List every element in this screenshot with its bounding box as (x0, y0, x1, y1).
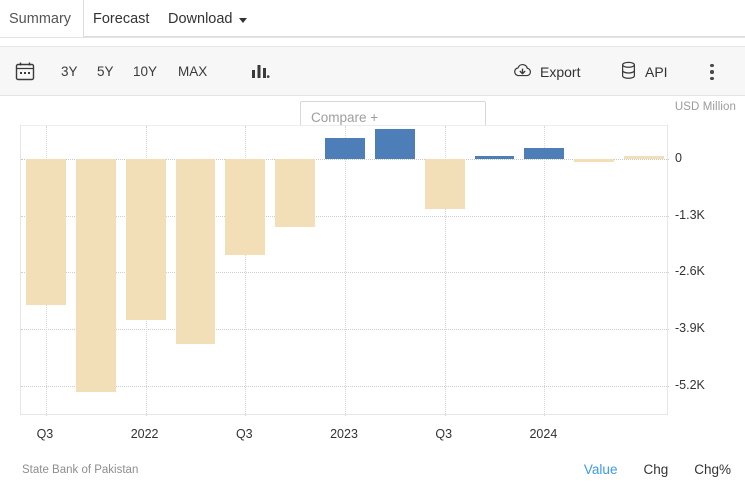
chart-bar[interactable] (574, 159, 615, 163)
bar-chart-icon[interactable] (248, 59, 272, 83)
tab-forecast[interactable]: Forecast (93, 0, 149, 38)
y-axis-tick-label: -5.2K (675, 377, 705, 392)
x-axis-tick-label: Q3 (36, 427, 54, 441)
mode-chg-label: Chg (643, 462, 669, 477)
export-button[interactable]: Export (512, 59, 580, 85)
kebab-menu-icon[interactable] (702, 59, 722, 85)
chart-bar[interactable] (125, 159, 166, 321)
x-axis-tick-label: Q3 (235, 427, 253, 441)
mode-chg[interactable]: Chg (643, 462, 668, 477)
chart-bar[interactable] (275, 159, 316, 227)
range-10y-label: 10Y (133, 63, 158, 79)
chart-bar[interactable] (624, 156, 664, 160)
y-axis-tick-label: -2.6K (675, 264, 705, 279)
calendar-icon[interactable] (14, 60, 36, 82)
database-icon (619, 60, 638, 84)
api-button[interactable]: API (619, 59, 668, 85)
tab-summary-label: Summary (9, 11, 72, 27)
chart-bar[interactable] (524, 147, 565, 160)
x-axis-tick-label: 2022 (130, 427, 159, 441)
range-max-label: MAX (178, 63, 208, 79)
kebab-dot (710, 63, 714, 68)
range-3y-label: 3Y (61, 63, 78, 79)
chart-plot-area (20, 125, 669, 416)
api-label: API (645, 64, 668, 80)
tab-download-label: Download (168, 11, 233, 27)
kebab-dot (710, 70, 714, 74)
cloud-download-icon (512, 60, 533, 84)
y-axis-tick-label: -3.9K (675, 320, 705, 335)
x-axis-tick-label: 2023 (330, 427, 358, 441)
tab-summary[interactable]: Summary (9, 0, 71, 38)
chart-bar[interactable] (424, 159, 465, 210)
tab-bar: Summary Forecast Download (0, 0, 745, 38)
gridline-vertical (544, 126, 546, 416)
chart-bar[interactable] (325, 138, 365, 160)
chevron-down-icon (238, 17, 247, 23)
x-axis-tick-label: Q3 (435, 427, 453, 441)
chart-unit-label: USD Million (674, 101, 736, 113)
kebab-dot (710, 76, 714, 81)
tab-download[interactable]: Download (168, 0, 247, 38)
chart-toolbar: 3Y 5Y 10Y MAX Compare + Export API (0, 46, 745, 133)
tab-divider (83, 0, 84, 36)
chart-bar[interactable] (225, 159, 266, 255)
tab-panel-edge (83, 36, 745, 37)
range-button-max[interactable]: MAX (178, 59, 207, 83)
chart-bar[interactable] (474, 156, 515, 160)
source-label: State Bank of Pakistan (22, 464, 139, 476)
chart-bar[interactable] (175, 159, 216, 345)
chart-bar[interactable] (75, 159, 116, 393)
gridline-vertical (345, 126, 346, 416)
range-5y-label: 5Y (97, 63, 114, 79)
mode-value-label: Value (583, 462, 618, 477)
mode-chgpct[interactable]: Chg% (694, 462, 731, 477)
range-button-3y[interactable]: 3Y (61, 59, 78, 83)
chart-bar[interactable] (374, 128, 415, 160)
mode-chgpct-label: Chg% (694, 462, 731, 477)
x-axis-tick-label: 2024 (529, 427, 558, 441)
export-label: Export (540, 64, 581, 80)
range-button-10y[interactable]: 10Y (133, 59, 157, 83)
tab-forecast-label: Forecast (93, 11, 150, 27)
mode-value[interactable]: Value (584, 462, 618, 477)
chart-bar[interactable] (25, 159, 66, 305)
chart-widget: Summary Forecast Download 3Y 5Y 10Y MAX … (0, 0, 745, 500)
range-button-5y[interactable]: 5Y (97, 59, 114, 83)
y-axis-tick-label: -1.3K (675, 207, 705, 222)
value-mode-toggle: Value Chg Chg% (584, 462, 731, 477)
y-axis-tick-label: 0 (675, 151, 682, 166)
